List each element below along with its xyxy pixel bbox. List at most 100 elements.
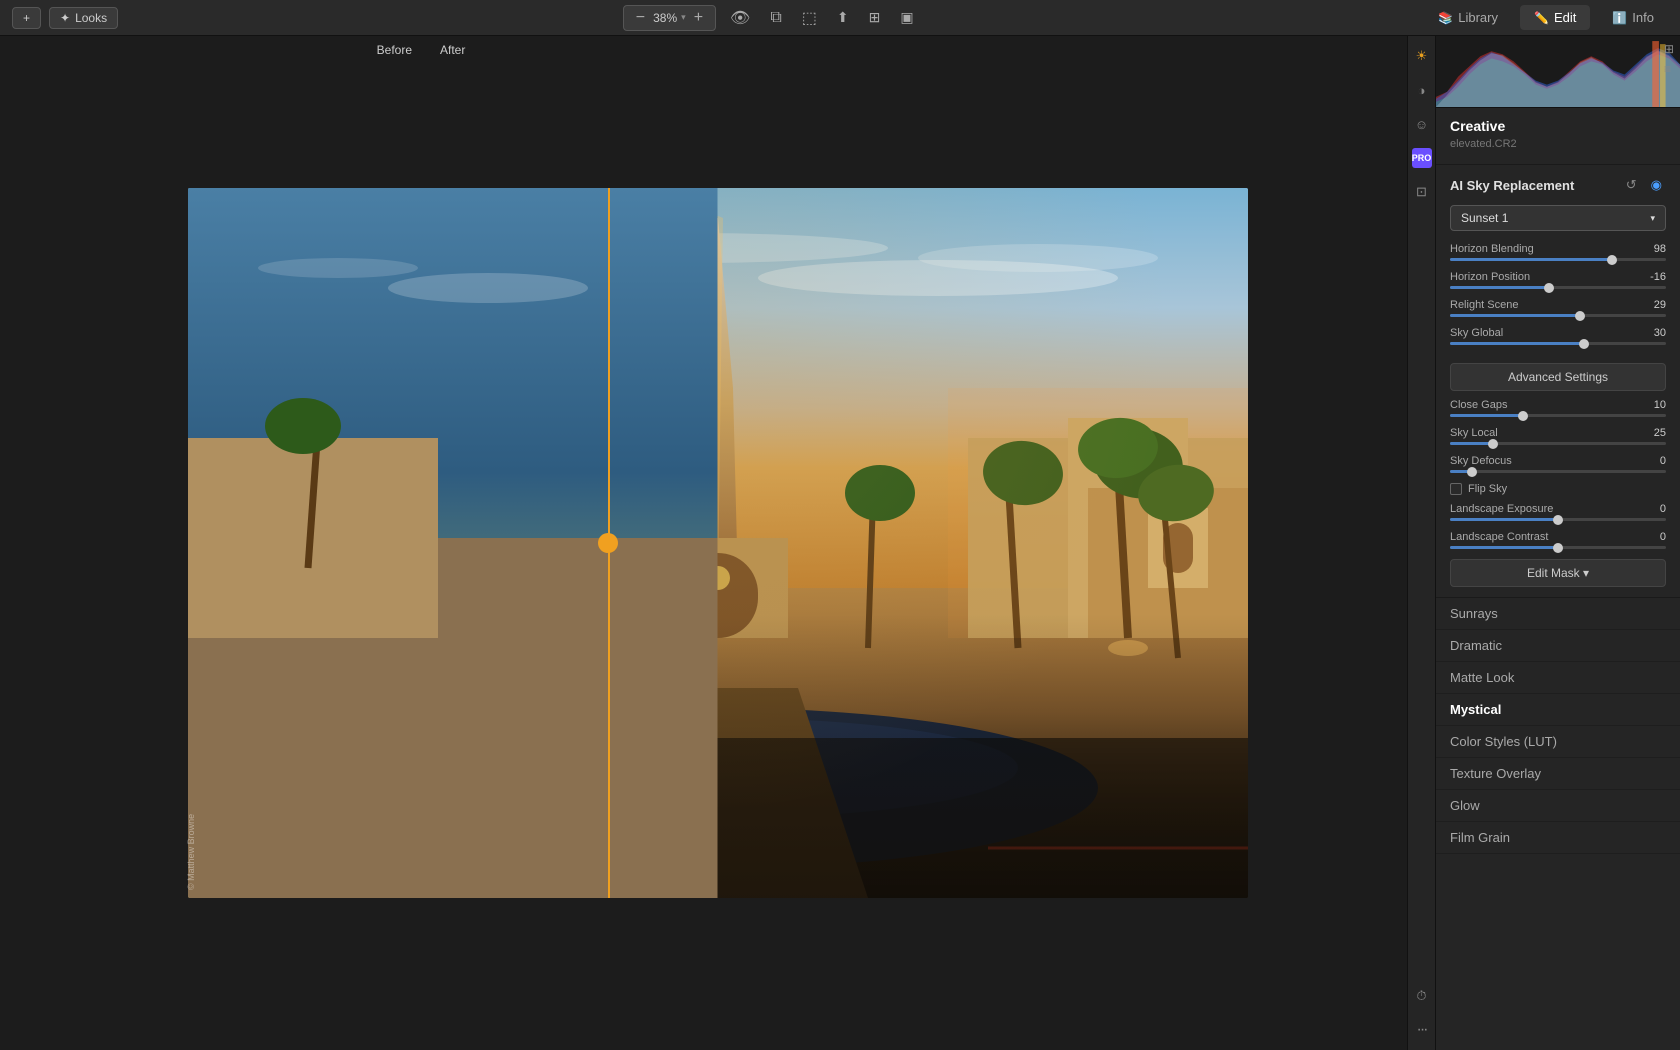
relight-scene-value: 29 — [1642, 299, 1666, 311]
sky-defocus-thumb[interactable] — [1467, 467, 1477, 477]
sky-visibility-button[interactable]: ◉ — [1647, 175, 1666, 195]
menu-item-dramatic[interactable]: Dramatic — [1436, 630, 1680, 662]
panel-header: Creative elevated.CR2 — [1436, 108, 1680, 165]
landscape-contrast-row: Landscape Contrast 0 — [1450, 531, 1666, 549]
landscape-exposure-track[interactable] — [1450, 518, 1666, 521]
menu-item-glow[interactable]: Glow — [1436, 790, 1680, 822]
looks-icon: ✦ — [60, 11, 70, 25]
sliders-icon[interactable]: ≡ — [1664, 62, 1674, 76]
sky-global-value: 30 — [1642, 327, 1666, 339]
sky-defocus-value: 0 — [1642, 455, 1666, 467]
sky-global-track[interactable] — [1450, 342, 1666, 345]
relight-scene-track[interactable] — [1450, 314, 1666, 317]
sky-local-track[interactable] — [1450, 442, 1666, 445]
sun-icon[interactable]: ☀ — [1412, 46, 1432, 66]
grid-icon: ⊞ — [869, 9, 881, 26]
relight-scene-thumb[interactable] — [1575, 311, 1585, 321]
menu-item-matte-look[interactable]: Matte Look — [1436, 662, 1680, 694]
sky-preset-dropdown[interactable]: Sunset 1 ▾ — [1450, 205, 1666, 231]
horizon-position-track[interactable] — [1450, 286, 1666, 289]
horizon-blending-thumb[interactable] — [1607, 255, 1617, 265]
side-icon-strip: ☀ ◑ ☺ PRO ⊡ ⏱ ··· — [1407, 36, 1435, 1050]
zoom-dropdown-icon: ▾ — [681, 12, 686, 23]
close-gaps-thumb[interactable] — [1518, 411, 1528, 421]
split-image[interactable]: © Matthew Browne — [188, 188, 1248, 898]
flip-sky-row: Flip Sky — [1450, 483, 1666, 495]
more-icon[interactable]: ··· — [1412, 1020, 1432, 1040]
panel-title: Creative — [1450, 118, 1666, 134]
bag-icon[interactable]: ⊡ — [1412, 182, 1432, 202]
main-sliders-group: Horizon Blending 98 Horizon Position -16 — [1450, 243, 1666, 345]
share-button[interactable]: ⬆ — [831, 5, 855, 30]
history-icon[interactable]: ⏱ — [1412, 986, 1432, 1006]
close-gaps-track[interactable] — [1450, 414, 1666, 417]
edit-mask-button[interactable]: Edit Mask ▾ — [1450, 559, 1666, 587]
preview-button[interactable]: 👁 — [724, 4, 756, 32]
sky-defocus-track[interactable] — [1450, 470, 1666, 473]
landscape-contrast-thumb[interactable] — [1553, 543, 1563, 553]
advanced-settings-button[interactable]: Advanced Settings — [1450, 363, 1666, 391]
horizon-position-thumb[interactable] — [1544, 283, 1554, 293]
sky-undo-button[interactable]: ↺ — [1622, 175, 1641, 195]
looks-button[interactable]: ✦ Looks — [49, 7, 118, 29]
edit-icon: ✏️ — [1534, 11, 1549, 25]
grid-button[interactable]: ⊞ — [863, 5, 887, 30]
menu-item-color-styles[interactable]: Color Styles (LUT) — [1436, 726, 1680, 758]
sky-global-row: Sky Global 30 — [1450, 327, 1666, 345]
right-panel: ⊞ ≡ Creative elevated.CR2 AI Sky Replace… — [1435, 36, 1680, 1050]
relight-scene-row: Relight Scene 29 — [1450, 299, 1666, 317]
landscape-exposure-fill — [1450, 518, 1558, 521]
crop-button[interactable]: ⬚ — [796, 4, 823, 32]
plus-icon: + — [23, 11, 30, 25]
main-area: Before After — [0, 36, 1680, 1050]
zoom-minus-button[interactable]: − — [632, 9, 649, 27]
toolbar-center: − 38% ▾ + 👁 ⧉ ⬚ ⬆ ⊞ ▣ — [623, 4, 920, 32]
copyright-text: © Matthew Browne — [186, 814, 196, 890]
menu-item-sunrays[interactable]: Sunrays — [1436, 598, 1680, 630]
close-gaps-value: 10 — [1642, 399, 1666, 411]
palette-icon[interactable]: ◑ — [1412, 80, 1432, 100]
sky-defocus-label: Sky Defocus — [1450, 455, 1512, 467]
library-tab-button[interactable]: 📚 Library — [1424, 5, 1512, 30]
close-gaps-row: Close Gaps 10 — [1450, 399, 1666, 417]
flip-sky-checkbox[interactable] — [1450, 483, 1462, 495]
landscape-exposure-thumb[interactable] — [1553, 515, 1563, 525]
toolbar-right: 📚 Library ✏️ Edit ℹ️ Info — [1424, 5, 1668, 30]
sky-global-thumb[interactable] — [1579, 339, 1589, 349]
info-tab-button[interactable]: ℹ️ Info — [1598, 5, 1668, 30]
panel-button[interactable]: ▣ — [894, 5, 919, 30]
edit-tab-button[interactable]: ✏️ Edit — [1520, 5, 1590, 30]
landscape-contrast-label: Landscape Contrast — [1450, 531, 1548, 543]
after-label: After — [420, 41, 1435, 59]
close-gaps-label: Close Gaps — [1450, 399, 1507, 411]
sky-replacement-title: AI Sky Replacement — [1450, 178, 1574, 193]
horizon-blending-track[interactable] — [1450, 258, 1666, 261]
zoom-display: − 38% ▾ + — [623, 5, 716, 31]
zoom-plus-button[interactable]: + — [690, 9, 707, 27]
landscape-exposure-value: 0 — [1642, 503, 1666, 515]
split-handle[interactable] — [598, 533, 618, 553]
landscape-sliders-group: Landscape Exposure 0 Landscape Contrast … — [1450, 503, 1666, 549]
compare-button[interactable]: ⧉ — [764, 5, 787, 31]
menu-item-mystical[interactable]: Mystical — [1436, 694, 1680, 726]
menu-item-film-grain[interactable]: Film Grain — [1436, 822, 1680, 854]
add-button[interactable]: + — [12, 7, 41, 29]
canvas-area: Before After — [0, 36, 1435, 1050]
landscape-contrast-track[interactable] — [1450, 546, 1666, 549]
layers-icon[interactable]: ⊞ — [1664, 42, 1674, 56]
landscape-exposure-row: Landscape Exposure 0 — [1450, 503, 1666, 521]
image-container: © Matthew Browne — [30, 66, 1405, 1020]
flip-sky-label: Flip Sky — [1468, 483, 1507, 495]
share-icon: ⬆ — [837, 9, 849, 26]
crop-icon: ⬚ — [802, 8, 817, 28]
landscape-contrast-fill — [1450, 546, 1558, 549]
toolbar-left: + ✦ Looks — [12, 7, 118, 29]
menu-item-texture-overlay[interactable]: Texture Overlay — [1436, 758, 1680, 790]
sky-preset-value: Sunset 1 — [1461, 211, 1508, 225]
face-icon[interactable]: ☺ — [1412, 114, 1432, 134]
sky-global-fill — [1450, 342, 1584, 345]
sky-replacement-header: AI Sky Replacement ↺ ◉ — [1450, 175, 1666, 195]
sky-local-thumb[interactable] — [1488, 439, 1498, 449]
sky-replacement-section: AI Sky Replacement ↺ ◉ Sunset 1 ▾ Horizo — [1436, 165, 1680, 598]
horizon-blending-value: 98 — [1642, 243, 1666, 255]
